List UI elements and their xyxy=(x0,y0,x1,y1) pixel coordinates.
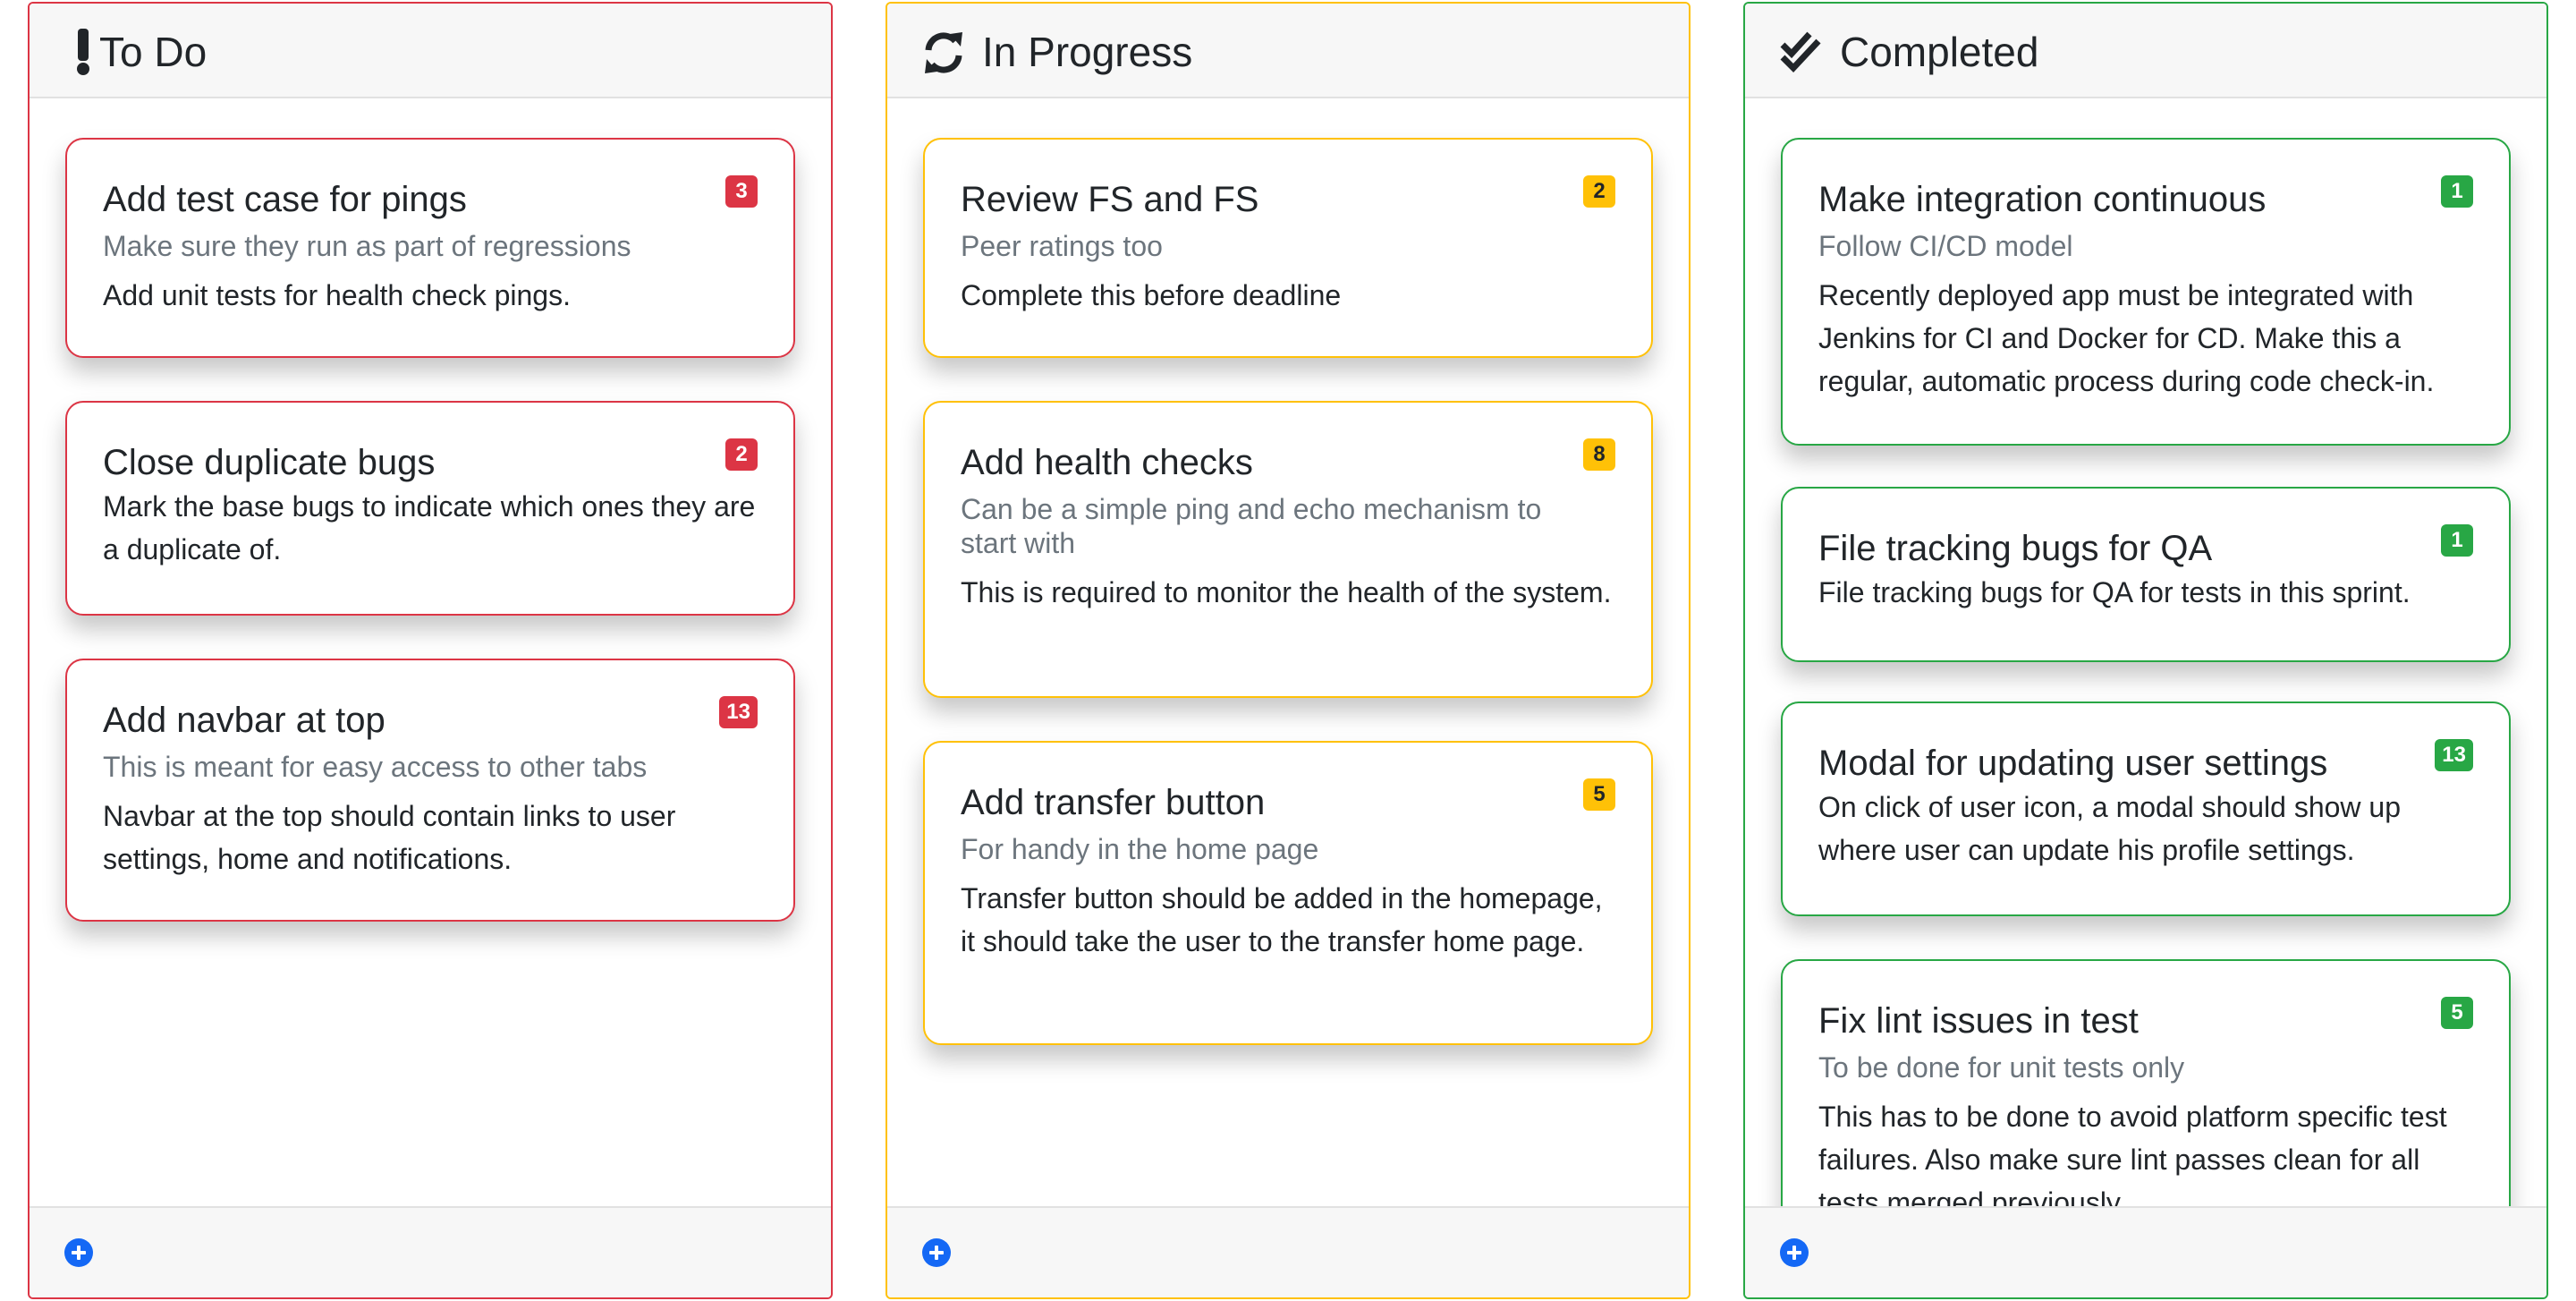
task-card[interactable]: Fix lint issues in test 5 To be done for… xyxy=(1781,959,2511,1206)
card-text: Recently deployed app must be integrated… xyxy=(1818,279,2435,397)
points-badge: 1 xyxy=(2441,524,2473,557)
column-title: In Progress xyxy=(982,29,1193,75)
task-card[interactable]: Add health checks 8 Can be a simple ping… xyxy=(923,401,1653,698)
card-title: Modal for updating user settings xyxy=(1818,744,2328,783)
add-card-button[interactable] xyxy=(64,1238,93,1267)
card-text: On click of user icon, a modal should sh… xyxy=(1818,791,2401,866)
column-footer xyxy=(887,1206,1689,1297)
card-text: Add unit tests for health check pings. xyxy=(103,279,571,311)
card-text: Complete this before deadline xyxy=(961,279,1342,311)
task-card[interactable]: File tracking bugs for QA 1 File trackin… xyxy=(1781,487,2511,662)
card-text: This has to be done to avoid platform sp… xyxy=(1818,1101,2447,1206)
column-todo: To Do Add test case for pings 3 Make sur… xyxy=(28,2,833,1299)
card-title: Review FS and FS xyxy=(961,180,1259,219)
card-title: Add transfer button xyxy=(961,783,1266,822)
add-card-button[interactable] xyxy=(922,1238,951,1267)
column-title: Completed xyxy=(1840,29,2039,75)
points-badge: 2 xyxy=(725,438,758,471)
card-list: Make integration continuous 1 Follow CI/… xyxy=(1745,98,2546,1206)
card-title: Make integration continuous xyxy=(1818,180,2267,219)
points-badge: 2 xyxy=(1583,175,1615,208)
card-text: This is required to monitor the health o… xyxy=(961,576,1612,608)
column-footer xyxy=(1745,1206,2546,1297)
points-badge: 13 xyxy=(2435,739,2473,771)
task-card[interactable]: Add navbar at top 13 This is meant for e… xyxy=(65,659,795,922)
card-list: Review FS and FS 2 Peer ratings too Comp… xyxy=(887,98,1689,1206)
task-card[interactable]: Make integration continuous 1 Follow CI/… xyxy=(1781,138,2511,446)
card-title: Add health checks xyxy=(961,443,1253,482)
card-title: File tracking bugs for QA xyxy=(1818,529,2213,568)
sync-icon xyxy=(925,32,962,73)
points-badge: 1 xyxy=(2441,175,2473,208)
card-list: Add test case for pings 3 Make sure they… xyxy=(30,98,831,1206)
points-badge: 8 xyxy=(1583,438,1615,471)
card-text: Mark the base bugs to indicate which one… xyxy=(103,490,756,565)
task-card[interactable]: Add test case for pings 3 Make sure they… xyxy=(65,138,795,358)
points-badge: 5 xyxy=(2441,997,2473,1029)
card-subtitle: Can be a simple ping and echo mechanism … xyxy=(961,493,1542,559)
card-subtitle: This is meant for easy access to other t… xyxy=(103,751,648,783)
card-title: Close duplicate bugs xyxy=(103,443,436,482)
task-card[interactable]: Add transfer button 5 For handy in the h… xyxy=(923,741,1653,1045)
double-check-icon xyxy=(1780,31,1821,73)
column-completed: Completed Make integration continuous 1 … xyxy=(1743,2,2548,1299)
points-badge: 13 xyxy=(719,696,758,728)
column-header: Completed xyxy=(1745,4,2546,98)
column-in-progress: In Progress Review FS and FS 2 Peer rati… xyxy=(886,2,1690,1299)
points-badge: 3 xyxy=(725,175,758,208)
card-title: Add test case for pings xyxy=(103,180,467,219)
card-subtitle: Make sure they run as part of regression… xyxy=(103,230,631,262)
card-subtitle: To be done for unit tests only xyxy=(1818,1051,2185,1084)
card-title: Add navbar at top xyxy=(103,701,386,740)
card-text: Transfer button should be added in the h… xyxy=(961,882,1603,957)
points-badge: 5 xyxy=(1583,778,1615,811)
column-footer xyxy=(30,1206,831,1297)
card-text: File tracking bugs for QA for tests in t… xyxy=(1818,576,2411,608)
task-card[interactable]: Modal for updating user settings 13 On c… xyxy=(1781,702,2511,916)
card-title: Fix lint issues in test xyxy=(1818,1001,2139,1041)
card-subtitle: Peer ratings too xyxy=(961,230,1163,262)
card-subtitle: Follow CI/CD model xyxy=(1818,230,2073,262)
column-title: To Do xyxy=(99,29,208,75)
card-text: Navbar at the top should contain links t… xyxy=(103,800,676,875)
task-card[interactable]: Review FS and FS 2 Peer ratings too Comp… xyxy=(923,138,1653,358)
add-card-button[interactable] xyxy=(1780,1238,1809,1267)
column-header: In Progress xyxy=(887,4,1689,98)
column-header: To Do xyxy=(30,4,831,98)
card-subtitle: For handy in the home page xyxy=(961,833,1319,865)
task-card[interactable]: Close duplicate bugs 2 Mark the base bug… xyxy=(65,401,795,616)
